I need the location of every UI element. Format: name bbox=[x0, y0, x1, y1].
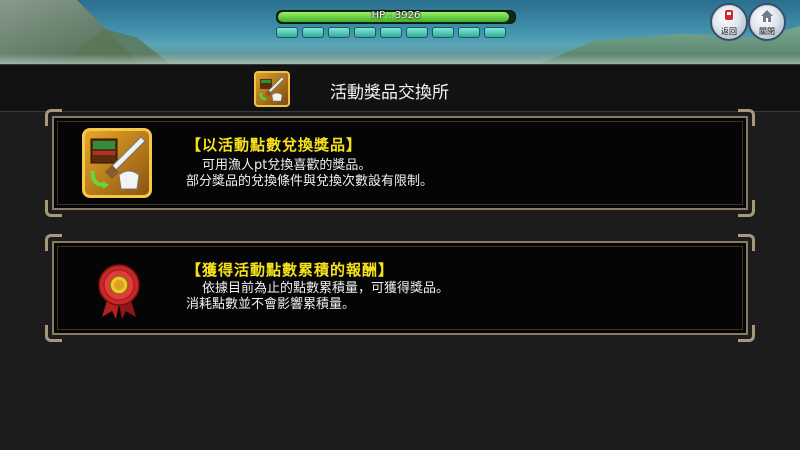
panel-corner-ornament bbox=[738, 200, 755, 217]
energy-segment bbox=[484, 27, 506, 38]
medal-icon bbox=[98, 264, 140, 319]
panel-title: 【獲得活動點數累積的報酬】 bbox=[186, 261, 395, 279]
back-button-label: 返回 bbox=[721, 27, 737, 36]
panel-corner-ornament bbox=[738, 234, 755, 251]
panel-corner-ornament bbox=[738, 325, 755, 342]
panel-corner-ornament bbox=[45, 200, 62, 217]
hp-label: HP : 3926 bbox=[371, 10, 421, 21]
panel-description-line: 消耗點數並不會影響累積量。 bbox=[186, 297, 356, 312]
panel-corner-ornament bbox=[738, 109, 755, 126]
page-title: 活動獎品交換所 bbox=[330, 83, 449, 103]
home-icon bbox=[761, 10, 773, 22]
panel-description-line: 部分獎品的兌換條件與兌換次數設有限制。 bbox=[186, 174, 434, 189]
panel-description-line: 可用漁人pt兌換喜歡的獎品。 bbox=[202, 158, 372, 173]
reward-exchange-icon bbox=[82, 128, 152, 198]
panel-corner-ornament bbox=[45, 325, 62, 342]
close-button[interactable]: 關閉 bbox=[748, 3, 786, 41]
energy-segment bbox=[328, 27, 350, 38]
exchange-shop-icon bbox=[254, 71, 290, 107]
sea-foam bbox=[0, 54, 800, 64]
energy-segment bbox=[380, 27, 402, 38]
energy-segment bbox=[432, 27, 454, 38]
energy-segment bbox=[458, 27, 480, 38]
page-header: 活動獎品交換所 bbox=[0, 64, 800, 112]
back-button[interactable]: 返回 bbox=[710, 3, 748, 41]
energy-segment bbox=[276, 27, 298, 38]
back-icon bbox=[725, 10, 733, 20]
panel-corner-ornament bbox=[45, 109, 62, 126]
cumulative-rewards-panel[interactable]: 【獲得活動點數累積的報酬】 依據目前為止的點數累積量，可獲得獎品。 消耗點數並不… bbox=[45, 234, 755, 342]
energy-segment bbox=[406, 27, 428, 38]
panel-description-line: 依據目前為止的點數累積量，可獲得獎品。 bbox=[202, 281, 450, 296]
energy-segment bbox=[302, 27, 324, 38]
energy-segment bbox=[354, 27, 376, 38]
panel-corner-ornament bbox=[45, 234, 62, 251]
close-button-label: 關閉 bbox=[759, 27, 775, 36]
energy-bar bbox=[276, 27, 516, 38]
exchange-rewards-panel[interactable]: 【以活動點數兌換獎品】 可用漁人pt兌換喜歡的獎品。 部分獎品的兌換條件與兌換次… bbox=[45, 109, 755, 217]
hp-bar: HP : 3926 bbox=[276, 10, 516, 24]
panel-title: 【以活動點數兌換獎品】 bbox=[186, 136, 363, 154]
